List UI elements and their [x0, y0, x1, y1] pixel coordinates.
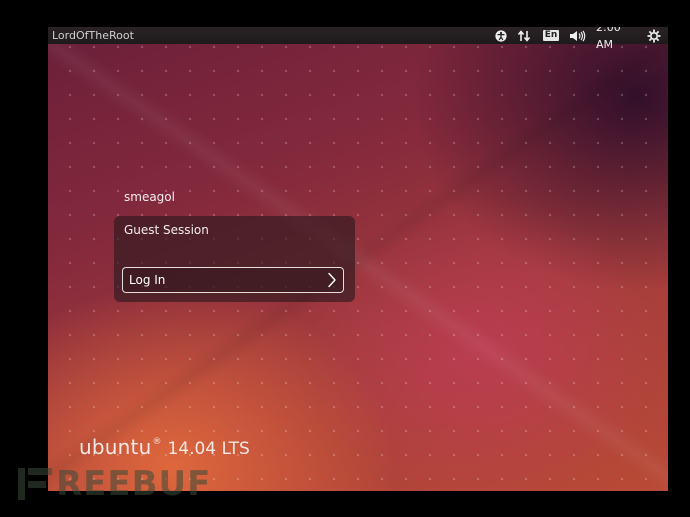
clock[interactable]: 2:00 AM [596, 27, 640, 51]
login-screen: LordOfTheRoot En 2:00 AM smeagol Guest S… [48, 27, 668, 491]
network-arrows-icon[interactable] [516, 27, 532, 44]
watermark-logo-icon [16, 464, 54, 504]
freebuf-watermark: REEBUF [16, 464, 211, 504]
accessibility-icon[interactable] [494, 27, 508, 44]
login-panel: Guest Session Log In [114, 216, 355, 302]
keyboard-language-indicator[interactable]: En [542, 27, 560, 44]
ubuntu-logo: ubuntu ® 14.04 LTS [79, 435, 250, 459]
brand-registered-mark: ® [152, 437, 162, 447]
session-name: Guest Session [124, 223, 209, 237]
hostname: LordOfTheRoot [52, 29, 134, 42]
log-in-label: Log In [129, 273, 166, 287]
top-panel: LordOfTheRoot En 2:00 AM [48, 27, 668, 51]
brand-version: 14.04 LTS [167, 439, 250, 459]
brand-word: ubuntu [79, 435, 152, 459]
language-badge: En [542, 30, 560, 41]
gear-icon[interactable] [646, 27, 662, 44]
log-in-button[interactable]: Log In [122, 267, 344, 293]
chevron-right-icon [328, 272, 336, 288]
user-list-item-smeagol[interactable]: smeagol [124, 190, 175, 204]
speaker-icon[interactable] [568, 27, 586, 44]
watermark-text: REEBUF [56, 464, 212, 504]
